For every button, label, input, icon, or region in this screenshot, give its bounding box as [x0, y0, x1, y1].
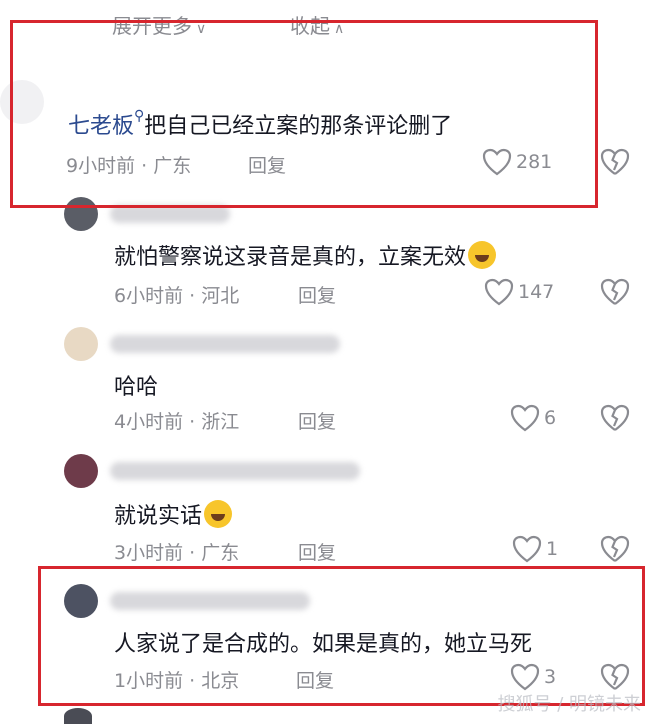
dislike-button[interactable] [600, 404, 630, 432]
heart-outline-icon [484, 278, 514, 306]
comment-meta: 6小时前 · 河北 [114, 285, 240, 307]
comment-text: 就说实话 [114, 498, 233, 530]
dislike-button[interactable] [600, 535, 630, 563]
comment-meta: 4小时前 · 浙江 [114, 411, 240, 433]
laughing-emoji-icon [468, 241, 497, 269]
broken-heart-icon [600, 404, 630, 431]
like-button[interactable]: 147 [484, 278, 554, 306]
blurred-username [110, 335, 340, 353]
heart-outline-icon [510, 404, 540, 432]
like-count: 6 [544, 407, 557, 429]
avatar [64, 708, 92, 724]
comment-meta: 3小时前 · 广东 [114, 542, 240, 564]
avatar[interactable] [64, 454, 98, 488]
dislike-button[interactable] [600, 148, 630, 176]
watermark: 搜狐号 / 明镜未来 [497, 694, 641, 715]
comment-text: 哈哈 [114, 375, 159, 400]
blurred-username [110, 462, 360, 480]
broken-heart-icon [600, 535, 630, 562]
highlight-box-top [10, 20, 598, 208]
like-button[interactable]: 1 [512, 535, 558, 563]
avatar[interactable] [64, 327, 98, 361]
highlight-box-bottom [38, 566, 645, 706]
broken-heart-icon [600, 278, 630, 305]
like-count: 1 [546, 538, 559, 560]
comment-text: 就怕警察说这录音是真的，立案无效 [114, 239, 497, 271]
broken-heart-icon [600, 148, 630, 175]
reply-button[interactable]: 回复 [298, 538, 336, 565]
laughing-emoji-icon [204, 500, 233, 528]
heart-outline-icon [512, 535, 542, 563]
dislike-button[interactable] [600, 278, 630, 306]
reply-button[interactable]: 回复 [298, 281, 336, 308]
reply-button[interactable]: 回复 [298, 407, 336, 434]
like-count: 147 [518, 281, 555, 303]
like-button[interactable]: 6 [510, 404, 556, 432]
